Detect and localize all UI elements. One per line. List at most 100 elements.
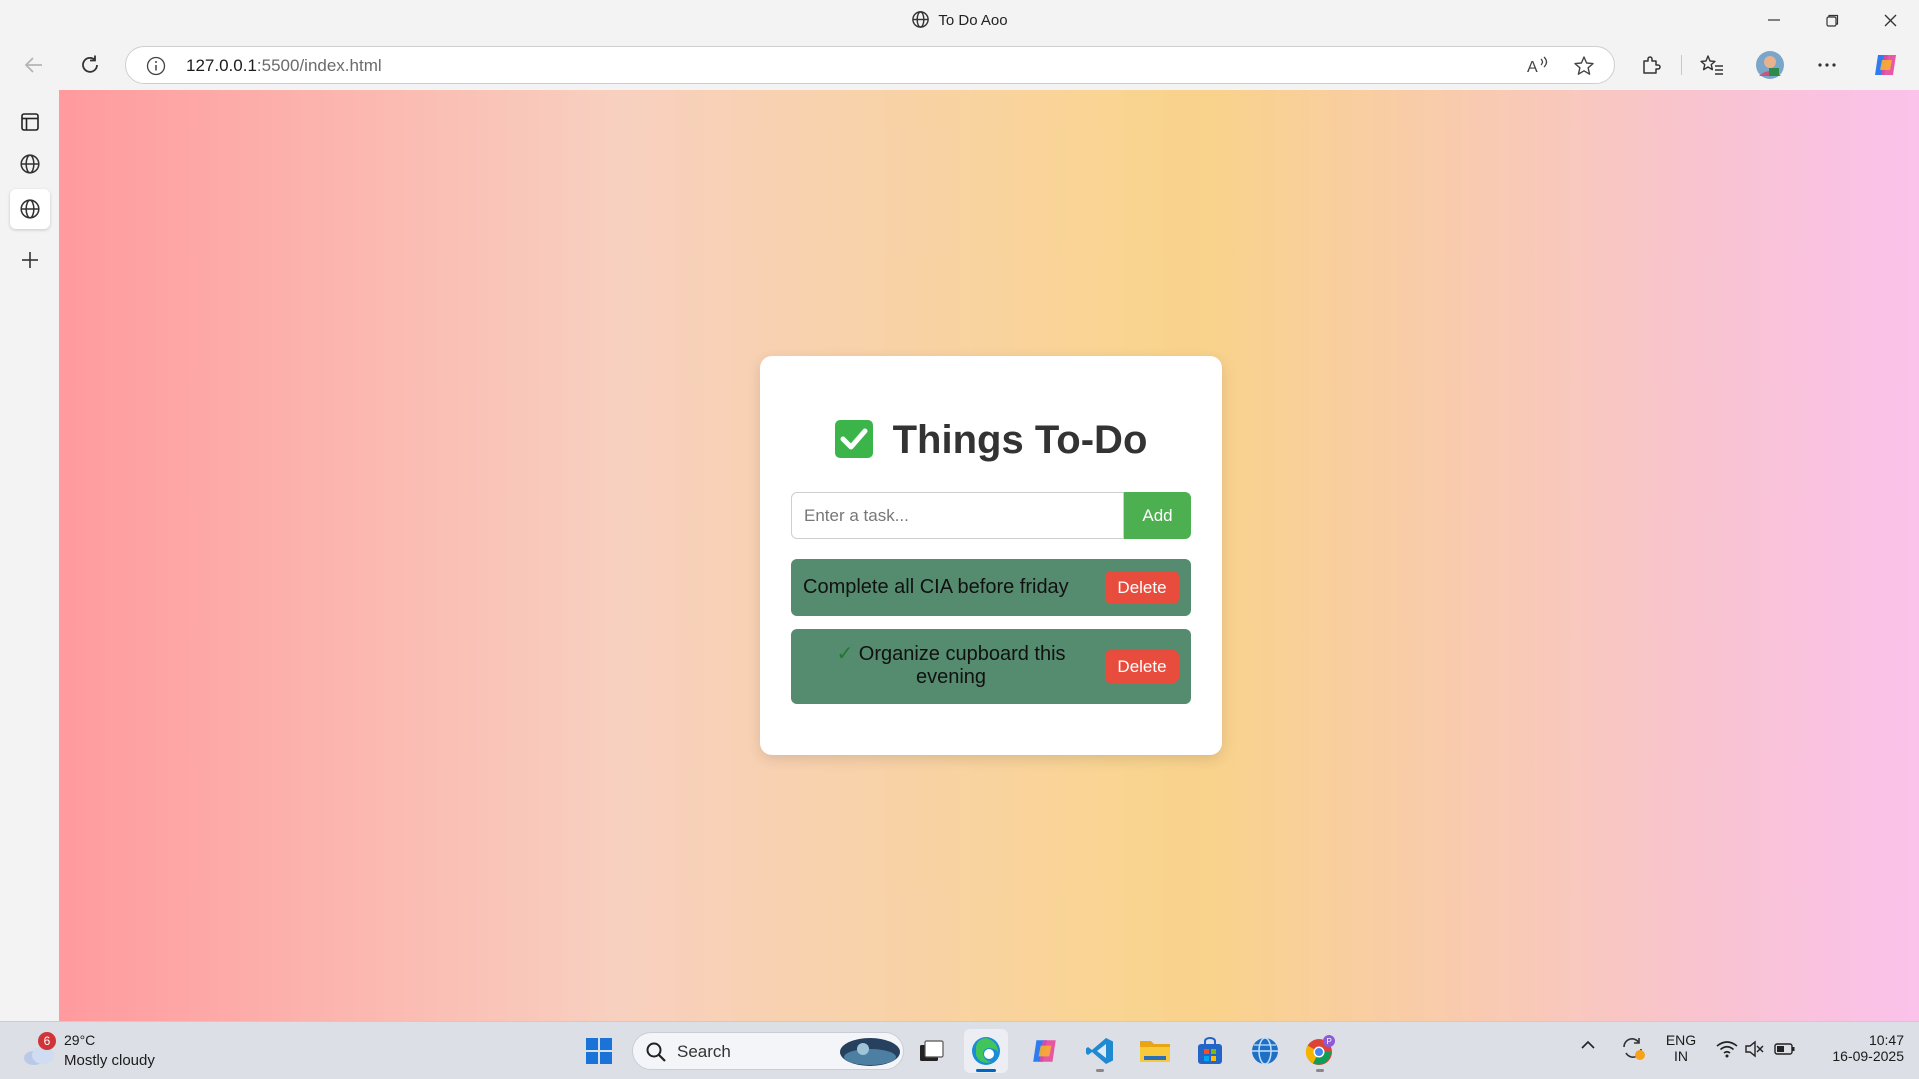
favorites-button[interactable] [1694,48,1730,82]
restore-icon [1825,14,1838,27]
task-text-completed: ✓ Organize cupboard this evening [811,643,1091,689]
more-dots-icon [1818,63,1836,67]
extensions-button[interactable] [1633,48,1669,82]
chevron-up-icon [1581,1040,1595,1049]
app-heading-text: Things To-Do [892,418,1148,462]
chrome-icon: P [1305,1035,1335,1065]
url-path: :5500/index.html [256,56,382,75]
address-bar[interactable]: 127.0.0.1:5500/index.html A [125,46,1615,84]
back-arrow-icon [24,57,42,73]
profile-button[interactable] [1752,48,1788,82]
windows-taskbar: 6 29°C Mostly cloudy Search P ENG IN 10:… [0,1021,1919,1079]
search-highlight-image [840,1038,900,1066]
vscode-icon [1086,1038,1113,1064]
close-button[interactable] [1861,0,1919,40]
folder-icon [1140,1041,1170,1062]
wifi-icon [1716,1041,1738,1058]
copilot-button[interactable] [1868,48,1904,82]
restore-button[interactable] [1803,0,1861,40]
volume-muted-icon [1745,1040,1764,1058]
globe-icon [20,199,40,219]
delete-task-button[interactable]: Delete [1105,650,1179,683]
task-view-button[interactable] [910,1029,954,1073]
copilot-icon [1033,1040,1056,1062]
taskbar-vscode[interactable] [1078,1029,1122,1073]
running-app-indicator [1316,1069,1324,1072]
weather-temp: 29°C [64,1032,96,1048]
network-globe-icon [1252,1037,1278,1065]
puzzle-icon [1643,56,1661,74]
plus-icon [22,252,38,268]
language-code: ENG [1665,1032,1697,1048]
title-bar: To Do Aoo [0,0,1919,40]
site-info-icon[interactable] [146,56,166,76]
tab-item-active[interactable] [10,189,50,229]
task-item[interactable]: Complete all CIA before friday Delete [791,559,1191,616]
svg-text:A: A [1527,59,1538,76]
taskbar-edge[interactable] [964,1029,1008,1073]
taskbar-network-app[interactable] [1243,1029,1287,1073]
avatar [1756,51,1784,79]
task-view-icon [920,1040,944,1061]
sync-status-button[interactable] [1620,1035,1646,1066]
start-button[interactable] [577,1029,621,1073]
weather-widget[interactable]: 6 29°C Mostly cloudy [20,1028,180,1074]
add-task-button[interactable]: Add [1124,492,1191,539]
refresh-button[interactable] [72,48,108,82]
tab-actions-button[interactable] [10,102,50,142]
todo-card: Things To-Do Add Complete all CIA before… [760,356,1222,755]
app-heading: Things To-Do [760,418,1222,463]
check-mark-icon: ✓ [836,643,854,665]
task-input[interactable] [791,492,1124,539]
task-text-completed-label: Organize cupboard this evening [858,643,1066,688]
globe-icon [912,11,930,28]
back-button[interactable] [16,48,52,82]
read-aloud-icon[interactable]: A [1526,55,1550,77]
tab-item-1[interactable] [10,144,50,184]
delete-task-button[interactable]: Delete [1105,571,1179,604]
taskbar-chrome[interactable]: P [1298,1029,1342,1073]
minimize-button[interactable] [1745,0,1803,40]
minimize-icon [1768,19,1780,21]
task-text: Complete all CIA before friday [803,576,1069,598]
weather-alert-badge: 6 [38,1032,56,1050]
show-hidden-icons-button[interactable] [1580,1038,1596,1056]
weather-description: Mostly cloudy [64,1052,155,1069]
active-app-indicator [976,1069,996,1072]
running-app-indicator [1096,1069,1104,1072]
toolbar-divider [1681,55,1682,75]
page-viewport: Things To-Do Add Complete all CIA before… [59,90,1919,1021]
close-icon [1884,14,1896,26]
store-bag-icon [1198,1037,1222,1064]
taskbar-search[interactable]: Search [632,1032,904,1070]
sync-icon [1623,1038,1645,1060]
new-tab-button[interactable] [10,240,50,280]
windows-logo-icon [586,1038,612,1064]
more-options-button[interactable] [1809,48,1845,82]
svg-text:P: P [1327,1037,1332,1046]
battery-icon [1774,1043,1795,1055]
clock[interactable]: 10:47 16-09-2025 [1810,1032,1904,1064]
navigation-bar: 127.0.0.1:5500/index.html A [0,40,1919,90]
favorites-list-icon [1700,55,1723,75]
search-icon [646,1042,666,1062]
globe-icon [20,154,40,174]
language-indicator[interactable]: ENG IN [1660,1032,1702,1064]
edge-icon [972,1037,1000,1065]
url-text[interactable]: 127.0.0.1:5500/index.html [186,56,382,76]
taskbar-copilot[interactable] [1023,1029,1067,1073]
search-label: Search [677,1042,731,1061]
task-item-completed[interactable]: ✓ Organize cupboard this evening Delete [791,629,1191,704]
vertical-tabs-sidebar [0,90,59,1021]
copilot-icon [1875,55,1896,75]
tab-panel-icon [21,113,39,131]
taskbar-file-explorer[interactable] [1133,1029,1177,1073]
favorite-star-icon[interactable] [1573,55,1595,77]
window-title: To Do Aoo [0,10,1919,29]
clock-time: 10:47 [1868,1032,1904,1048]
taskbar-store[interactable] [1188,1029,1232,1073]
refresh-icon [82,55,98,73]
window-title-text: To Do Aoo [938,12,1008,29]
region-code: IN [1674,1048,1688,1064]
quick-settings-button[interactable] [1716,1040,1795,1063]
